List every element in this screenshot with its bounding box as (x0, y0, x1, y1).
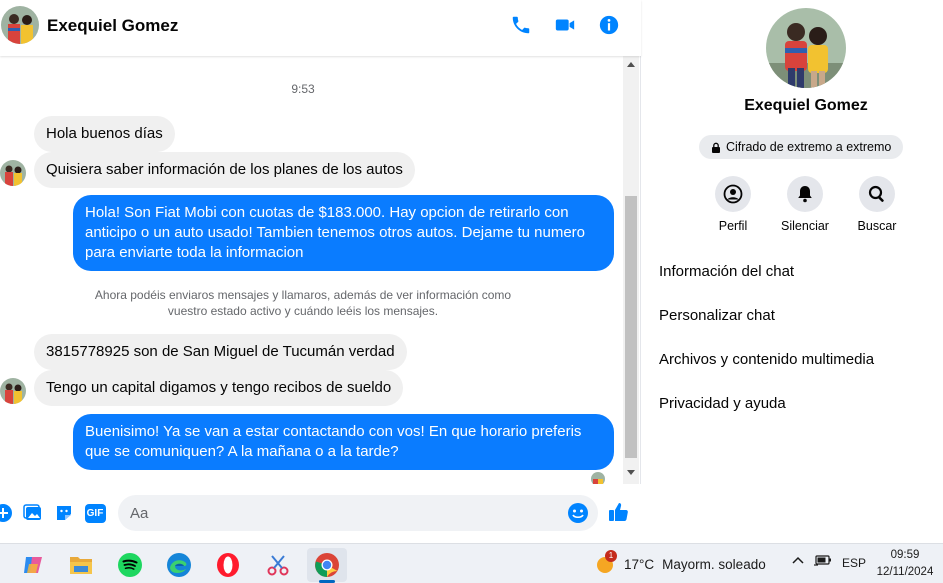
menu-privacy-help[interactable]: Privacidad y ayuda ⌄ (659, 395, 943, 419)
opera-icon[interactable] (208, 548, 248, 582)
sticker-icon[interactable] (53, 502, 75, 524)
message-bubble-incoming[interactable]: Tengo un capital digamos y tengo recibos… (34, 370, 404, 406)
composer: GIF (0, 484, 641, 543)
avatar[interactable] (0, 160, 26, 186)
message-bubble-incoming[interactable]: Quisiera saber información de los planes… (34, 152, 415, 188)
avatar[interactable] (766, 8, 846, 88)
messenger-window: Exequiel Gomez 9:53 Hola buenos días Qui… (0, 0, 943, 583)
weather-temp: 17°C (624, 556, 655, 572)
snipping-tool-icon[interactable] (258, 548, 298, 582)
message-bubble-outgoing[interactable]: Hola! Son Fiat Mobi con cuotas de $183.0… (73, 195, 614, 271)
profile-label: Perfil (718, 219, 748, 233)
scroll-down-arrow[interactable] (627, 470, 635, 475)
search-label: Buscar (857, 219, 897, 233)
copilot-icon[interactable] (13, 548, 53, 582)
message-input[interactable] (118, 495, 598, 531)
panel-contact-name: Exequiel Gomez (744, 97, 868, 114)
battery-icon[interactable] (814, 553, 832, 570)
thumbs-up-icon[interactable] (607, 500, 631, 524)
chat-column: Exequiel Gomez 9:53 Hola buenos días Qui… (0, 0, 641, 543)
gif-icon[interactable]: GIF (84, 502, 106, 524)
chat-header: Exequiel Gomez (0, 0, 641, 56)
language-indicator[interactable]: ESP (842, 556, 866, 570)
weather-condition: Mayorm. soleado (662, 556, 766, 572)
menu-label: Información del chat (659, 263, 795, 280)
menu-media-files[interactable]: Archivos y contenido multimedia ⌄ (659, 351, 943, 375)
message-bubble-incoming[interactable]: 3815778925 son de San Miguel de Tucumán … (34, 334, 407, 370)
encryption-label: Cifrado de extremo a extremo (726, 140, 892, 154)
message-bubble-outgoing[interactable]: Buenisimo! Ya se van a estar contactando… (73, 414, 614, 470)
sun-icon: 1 (594, 550, 617, 575)
mute-label: Silenciar (781, 219, 829, 233)
edge-icon[interactable] (159, 548, 199, 582)
seen-indicator-avatar (591, 472, 605, 484)
chevron-up-icon[interactable] (790, 552, 806, 571)
menu-customize-chat[interactable]: Personalizar chat ⌄ (659, 307, 943, 331)
mute-action[interactable]: Silenciar (770, 176, 840, 233)
info-icon[interactable] (597, 13, 621, 37)
emoji-icon[interactable] (567, 502, 589, 524)
gif-label: GIF (84, 503, 106, 523)
message-timestamp: 9:53 (291, 82, 315, 96)
plus-icon[interactable] (0, 502, 14, 524)
clock-time: 09:59 (890, 549, 920, 561)
system-clock[interactable]: 09:59 12/11/2024 (870, 547, 940, 581)
scrollbar-thumb[interactable] (625, 196, 637, 458)
bell-icon[interactable] (787, 176, 823, 212)
menu-label: Archivos y contenido multimedia (659, 351, 875, 368)
image-icon[interactable] (22, 502, 44, 524)
lock-icon (712, 142, 720, 153)
clock-date: 12/11/2024 (876, 566, 934, 578)
windows-taskbar: 1 17°C Mayorm. soleado ESP 09:59 12/11/2… (0, 543, 943, 583)
encryption-badge[interactable]: Cifrado de extremo a extremo (699, 135, 904, 159)
system-notice: Ahora podéis enviaros mensajes y llamaro… (94, 288, 512, 318)
message-list[interactable]: 9:53 Hola buenos días Quisiera saber inf… (0, 56, 623, 484)
avatar[interactable] (1, 6, 39, 44)
chat-info-panel: Exequiel Gomez Cifrado de extremo a extr… (642, 0, 943, 543)
file-explorer-icon[interactable] (61, 548, 101, 582)
message-bubble-incoming[interactable]: Hola buenos días (34, 116, 175, 152)
scroll-up-arrow[interactable] (627, 62, 635, 67)
spotify-icon[interactable] (110, 548, 150, 582)
message-scrollbar[interactable] (623, 56, 639, 484)
menu-label: Personalizar chat (659, 307, 775, 324)
search-action[interactable]: Buscar (842, 176, 912, 233)
profile-icon[interactable] (715, 176, 751, 212)
menu-chat-info[interactable]: Información del chat ⌄ (659, 263, 943, 287)
avatar[interactable] (0, 378, 26, 404)
notification-badge: 1 (605, 550, 617, 562)
phone-icon[interactable] (509, 13, 533, 37)
profile-action[interactable]: Perfil (698, 176, 768, 233)
weather-widget[interactable]: 1 17°C Mayorm. soleado (594, 550, 766, 578)
video-camera-icon[interactable] (553, 13, 577, 37)
menu-label: Privacidad y ayuda (659, 395, 786, 412)
search-icon[interactable] (859, 176, 895, 212)
contact-name[interactable]: Exequiel Gomez (47, 16, 178, 36)
chrome-icon[interactable] (307, 548, 347, 583)
